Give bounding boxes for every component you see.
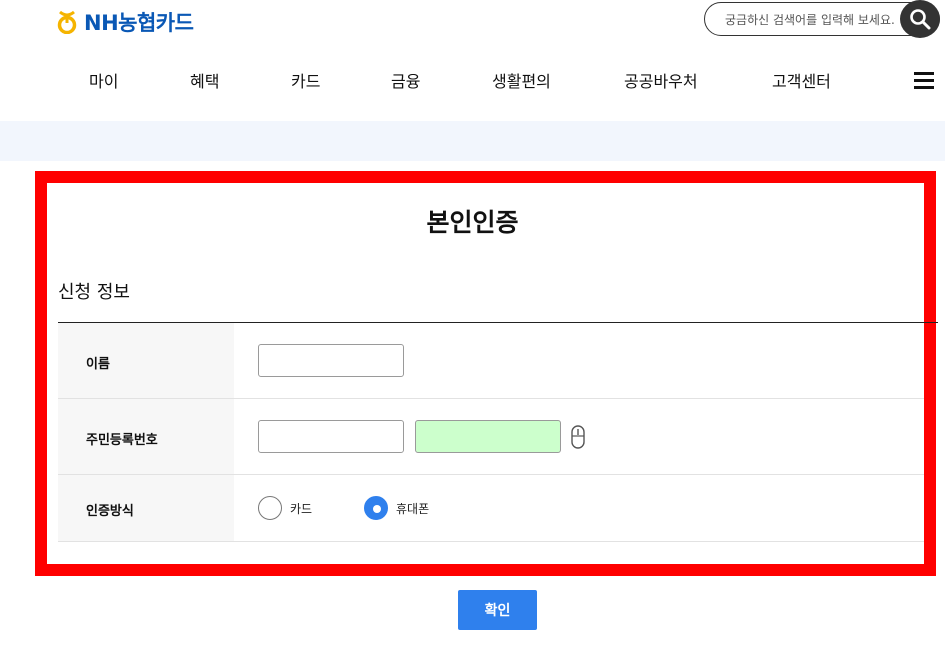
search-input[interactable]: 궁금하신 검색어를 입력해 보세요. [725, 11, 895, 28]
form-row-auth-method: 인증방식 [58, 475, 924, 542]
auth-card-radio[interactable] [258, 496, 282, 520]
name-label: 이름 [86, 357, 110, 372]
virtual-keypad-mouse-icon[interactable] [571, 425, 585, 449]
form-label-cell: 이름 [58, 323, 234, 399]
search-icon [910, 9, 931, 30]
auth-phone-radio[interactable] [364, 496, 388, 520]
search-button[interactable] [900, 0, 940, 38]
nav-item-lifestyle[interactable]: 생활편의 [492, 68, 551, 92]
name-input[interactable] [258, 344, 404, 377]
nav-item-card[interactable]: 카드 [291, 68, 320, 92]
sub-header-band [0, 121, 945, 161]
logo-text: NH농협카드 [84, 11, 194, 35]
auth-method-label: 인증방식 [86, 504, 134, 519]
nh-logo-mark-icon [56, 10, 78, 35]
nav-item-finance[interactable]: 금융 [391, 68, 420, 92]
page-title: 본인인증 [426, 208, 519, 237]
nav-item-customer-center[interactable]: 고객센터 [772, 68, 831, 92]
form-label-cell: 주민등록번호 [58, 399, 234, 475]
rrn-back-input[interactable] [415, 420, 561, 453]
confirm-button[interactable]: 확인 [458, 590, 537, 630]
main-nav: 마이 혜택 카드 금융 생활편의 공공바우처 고객센터 [0, 68, 945, 94]
rrn-label: 주민등록번호 [86, 433, 158, 448]
nav-item-benefits[interactable]: 혜택 [190, 68, 219, 92]
nav-item-my[interactable]: 마이 [89, 68, 118, 92]
auth-phone-label[interactable]: 휴대폰 [396, 500, 429, 517]
nav-item-public-voucher[interactable]: 공공바우처 [624, 68, 698, 92]
form-label-cell: 인증방식 [58, 475, 234, 542]
section-title: 신청 정보 [58, 282, 130, 303]
auth-card-label[interactable]: 카드 [290, 500, 312, 517]
menu-icon[interactable] [914, 72, 934, 89]
rrn-front-input[interactable] [258, 420, 404, 453]
form-row-name: 이름 [58, 323, 924, 399]
nh-card-logo[interactable]: NH농협카드 [56, 8, 194, 36]
